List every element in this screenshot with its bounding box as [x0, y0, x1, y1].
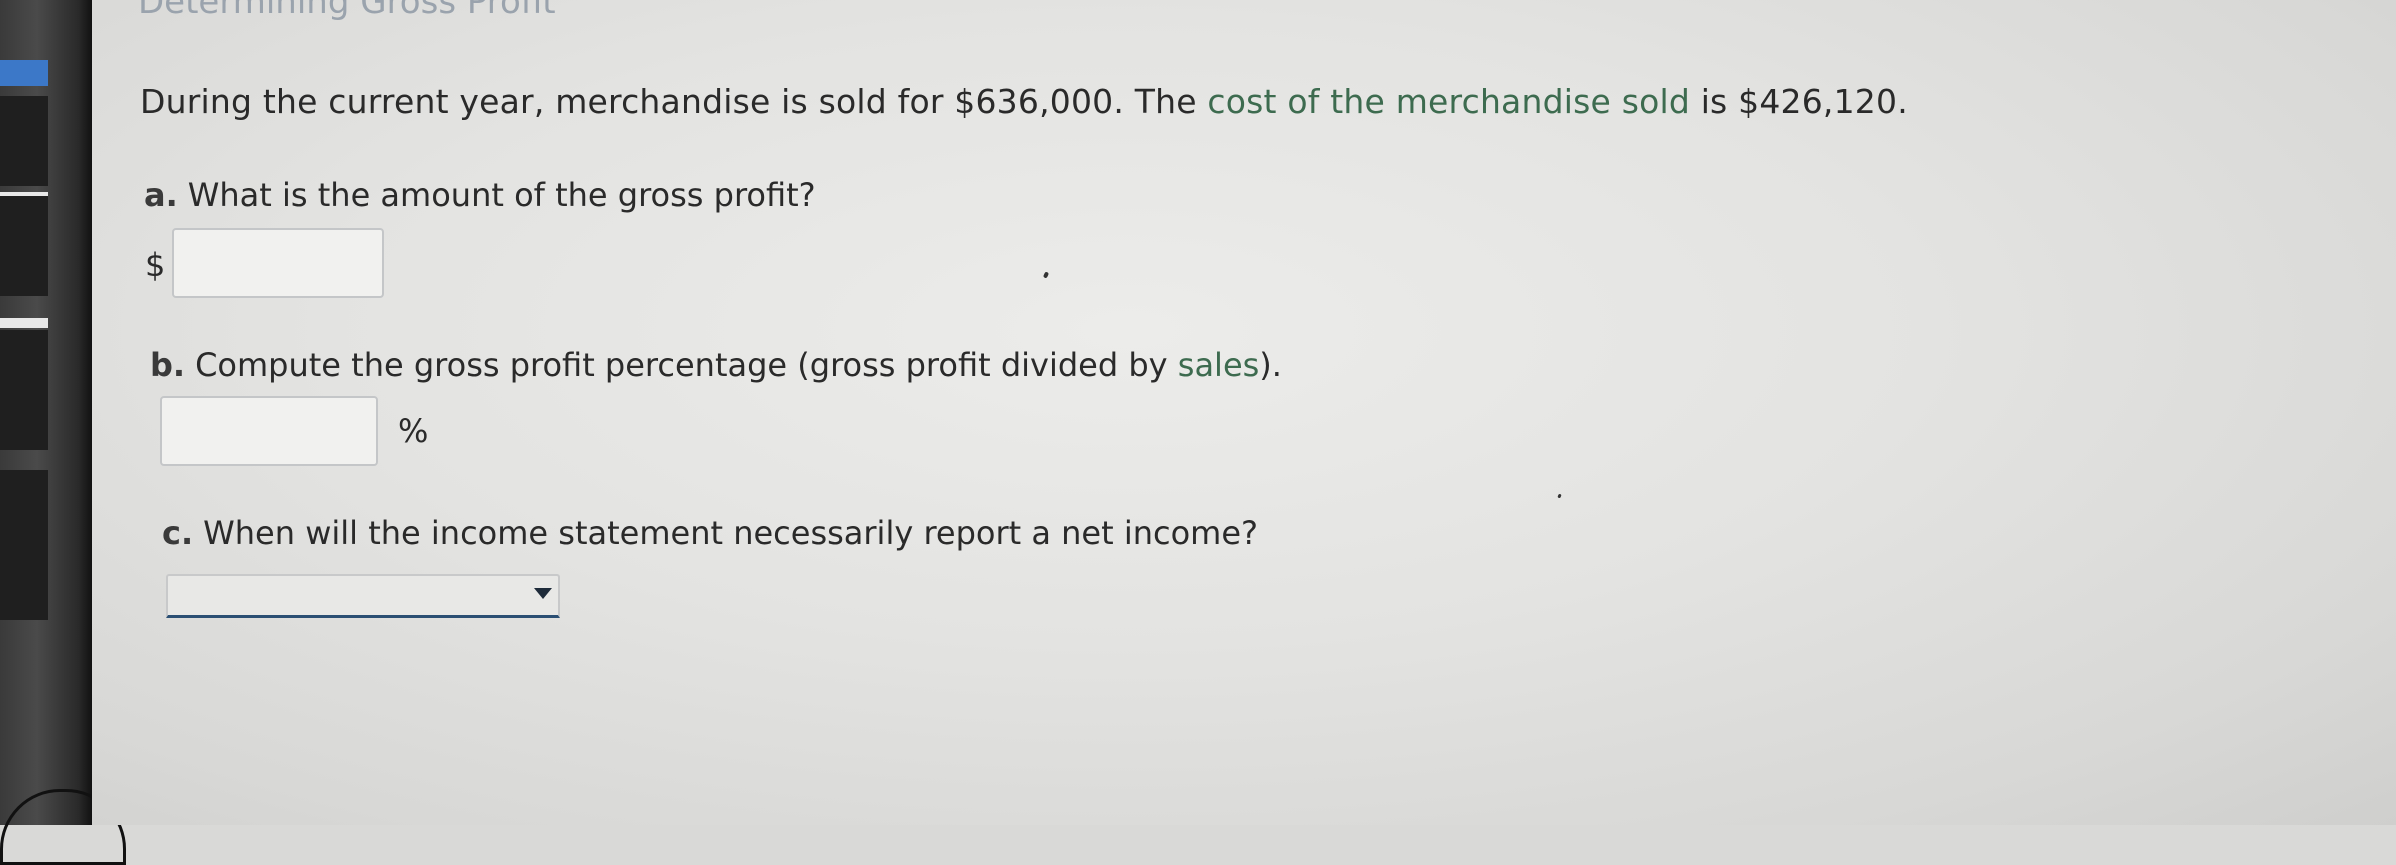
question-b-letter: b.	[150, 346, 186, 384]
question-a: a. What is the amount of the gross profit…	[144, 176, 816, 214]
glossary-term-cost-of-merchandise-sold[interactable]: cost of the merchandise sold	[1207, 82, 1690, 121]
question-c-text: When will the income statement necessari…	[203, 514, 1258, 552]
problem-outro: is $426,120.	[1690, 82, 1908, 121]
sidebar-tab-active[interactable]	[0, 60, 48, 86]
question-a-text: What is the amount of the gross profit?	[187, 176, 816, 214]
question-c-letter: c.	[162, 514, 194, 552]
percent-suffix: %	[398, 412, 429, 450]
currency-prefix: $	[145, 246, 166, 284]
page-title: Determining Gross Profit	[138, 0, 556, 22]
problem-statement: During the current year, merchandise is …	[140, 82, 1908, 121]
question-b-text-end: ).	[1259, 346, 1282, 384]
question-b-text: Compute the gross profit percentage (gro…	[195, 346, 1178, 384]
problem-intro: During the current year, merchandise is …	[140, 82, 1208, 121]
sidebar-tab[interactable]	[0, 470, 48, 620]
sidebar-divider	[0, 318, 48, 328]
question-page: Determining Gross Profit During the curr…	[92, 0, 2396, 825]
glossary-term-sales[interactable]: sales	[1178, 346, 1260, 384]
screen-speck	[1557, 493, 1562, 499]
caret-down-icon[interactable]	[534, 588, 552, 599]
sidebar-tab[interactable]	[0, 96, 48, 186]
sidebar-tab[interactable]	[0, 330, 48, 450]
question-a-letter: a.	[144, 176, 178, 214]
question-c: c. When will the income statement necessa…	[162, 514, 1258, 552]
left-sidebar	[0, 0, 126, 865]
sidebar-tab[interactable]	[0, 196, 48, 296]
question-b: b. Compute the gross profit percentage (g…	[150, 346, 1282, 384]
screen-speck	[1042, 271, 1050, 279]
gross-profit-input[interactable]	[172, 228, 384, 298]
net-income-dropdown[interactable]	[166, 574, 560, 618]
gross-profit-percentage-input[interactable]	[160, 396, 378, 466]
